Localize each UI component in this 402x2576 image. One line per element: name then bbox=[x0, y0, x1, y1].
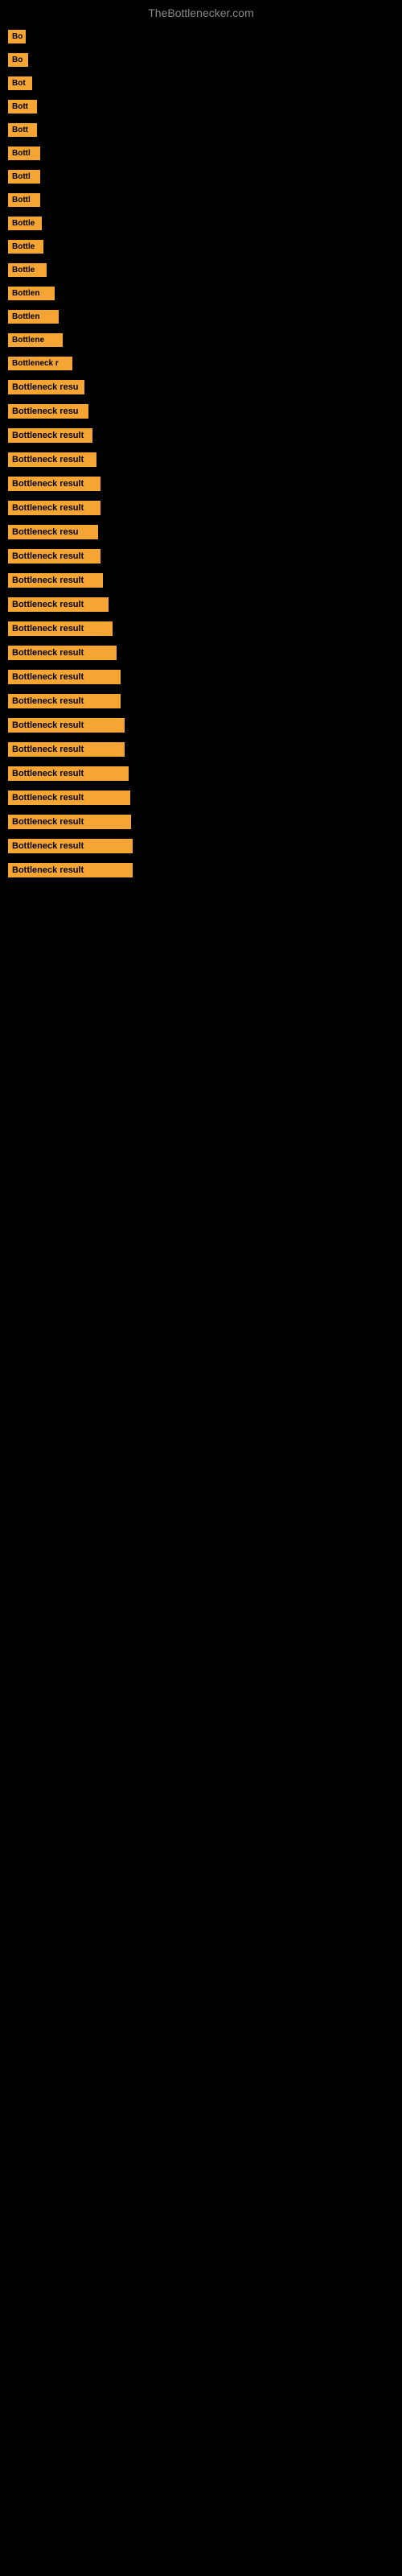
bottleneck-label[interactable]: Bottleneck result bbox=[8, 670, 121, 684]
bottleneck-label[interactable]: Bot bbox=[8, 76, 32, 90]
bottleneck-label[interactable]: Bottlene bbox=[8, 333, 63, 347]
list-item: Bottleneck result bbox=[8, 621, 394, 636]
bottleneck-label[interactable]: Bottleneck result bbox=[8, 815, 131, 829]
list-item: Bo bbox=[8, 30, 394, 43]
list-item: Bottle bbox=[8, 240, 394, 254]
bottleneck-label[interactable]: Bottleneck result bbox=[8, 863, 133, 877]
bottleneck-label[interactable]: Bottle bbox=[8, 263, 47, 277]
list-item: Bottleneck result bbox=[8, 428, 394, 443]
list-item: Bottle bbox=[8, 217, 394, 230]
bottleneck-label[interactable]: Bottleneck result bbox=[8, 573, 103, 588]
bottleneck-label[interactable]: Bottleneck result bbox=[8, 549, 100, 564]
bottleneck-label[interactable]: Bottleneck result bbox=[8, 597, 109, 612]
bottleneck-label[interactable]: Bottleneck result bbox=[8, 428, 92, 443]
list-item: Bottleneck result bbox=[8, 573, 394, 588]
bottleneck-label[interactable]: Bottleneck result bbox=[8, 452, 96, 467]
list-item: Bottleneck result bbox=[8, 477, 394, 491]
list-item: Bottleneck result bbox=[8, 815, 394, 829]
list-item: Bottleneck resu bbox=[8, 380, 394, 394]
bottleneck-label[interactable]: Bottleneck result bbox=[8, 477, 100, 491]
bottleneck-label[interactable]: Bo bbox=[8, 53, 28, 67]
bottleneck-label[interactable]: Bottlen bbox=[8, 287, 55, 300]
list-item: Bottleneck result bbox=[8, 549, 394, 564]
list-item: Bo bbox=[8, 53, 394, 67]
list-item: Bottleneck result bbox=[8, 791, 394, 805]
site-title: TheBottlenecker.com bbox=[0, 0, 402, 26]
list-item: Bottleneck result bbox=[8, 766, 394, 781]
bottleneck-label[interactable]: Bottleneck result bbox=[8, 839, 133, 853]
bottleneck-label[interactable]: Bott bbox=[8, 123, 37, 137]
list-item: Bottl bbox=[8, 147, 394, 160]
list-item: Bottleneck result bbox=[8, 694, 394, 708]
list-item: Bottleneck resu bbox=[8, 404, 394, 419]
list-item: Bottleneck result bbox=[8, 839, 394, 853]
bottleneck-label[interactable]: Bo bbox=[8, 30, 26, 43]
bottleneck-label[interactable]: Bott bbox=[8, 100, 37, 114]
list-item: Bott bbox=[8, 100, 394, 114]
list-item: Bottleneck resu bbox=[8, 525, 394, 539]
bottleneck-label[interactable]: Bottleneck result bbox=[8, 694, 121, 708]
list-item: Bottleneck result bbox=[8, 646, 394, 660]
list-item: Bottleneck result bbox=[8, 670, 394, 684]
bottleneck-label[interactable]: Bottleneck result bbox=[8, 646, 117, 660]
bottleneck-label[interactable]: Bottleneck result bbox=[8, 791, 130, 805]
list-item: Bottl bbox=[8, 170, 394, 184]
list-item: Bottl bbox=[8, 193, 394, 207]
bottleneck-label[interactable]: Bottleneck result bbox=[8, 742, 125, 757]
bottleneck-label[interactable]: Bottlen bbox=[8, 310, 59, 324]
list-item: Bottlene bbox=[8, 333, 394, 347]
bottleneck-label[interactable]: Bottleneck resu bbox=[8, 380, 84, 394]
list-item: Bott bbox=[8, 123, 394, 137]
list-item: Bottleneck result bbox=[8, 597, 394, 612]
list-item: Bottleneck result bbox=[8, 452, 394, 467]
list-item: Bottleneck result bbox=[8, 742, 394, 757]
bottleneck-label[interactable]: Bottl bbox=[8, 147, 40, 160]
list-item: Bottleneck result bbox=[8, 718, 394, 733]
bottleneck-label[interactable]: Bottle bbox=[8, 217, 42, 230]
bottleneck-label[interactable]: Bottleneck resu bbox=[8, 404, 88, 419]
list-item: Bottleneck r bbox=[8, 357, 394, 370]
bottleneck-label[interactable]: Bottleneck r bbox=[8, 357, 72, 370]
bottleneck-label[interactable]: Bottleneck resu bbox=[8, 525, 98, 539]
bottleneck-label[interactable]: Bottleneck result bbox=[8, 621, 113, 636]
bottleneck-label[interactable]: Bottleneck result bbox=[8, 501, 100, 515]
list-item: Bottleneck result bbox=[8, 863, 394, 877]
list-item: Bottlen bbox=[8, 310, 394, 324]
items-container: Bo Bo Bot Bott Bott Bottl Bottl Bottl Bottle Bott… bbox=[0, 26, 402, 891]
bottleneck-label[interactable]: Bottl bbox=[8, 170, 40, 184]
bottleneck-label[interactable]: Bottleneck result bbox=[8, 718, 125, 733]
bottleneck-label[interactable]: Bottleneck result bbox=[8, 766, 129, 781]
list-item: Bottleneck result bbox=[8, 501, 394, 515]
bottleneck-label[interactable]: Bottle bbox=[8, 240, 43, 254]
list-item: Bottle bbox=[8, 263, 394, 277]
list-item: Bot bbox=[8, 76, 394, 90]
bottleneck-label[interactable]: Bottl bbox=[8, 193, 40, 207]
list-item: Bottlen bbox=[8, 287, 394, 300]
